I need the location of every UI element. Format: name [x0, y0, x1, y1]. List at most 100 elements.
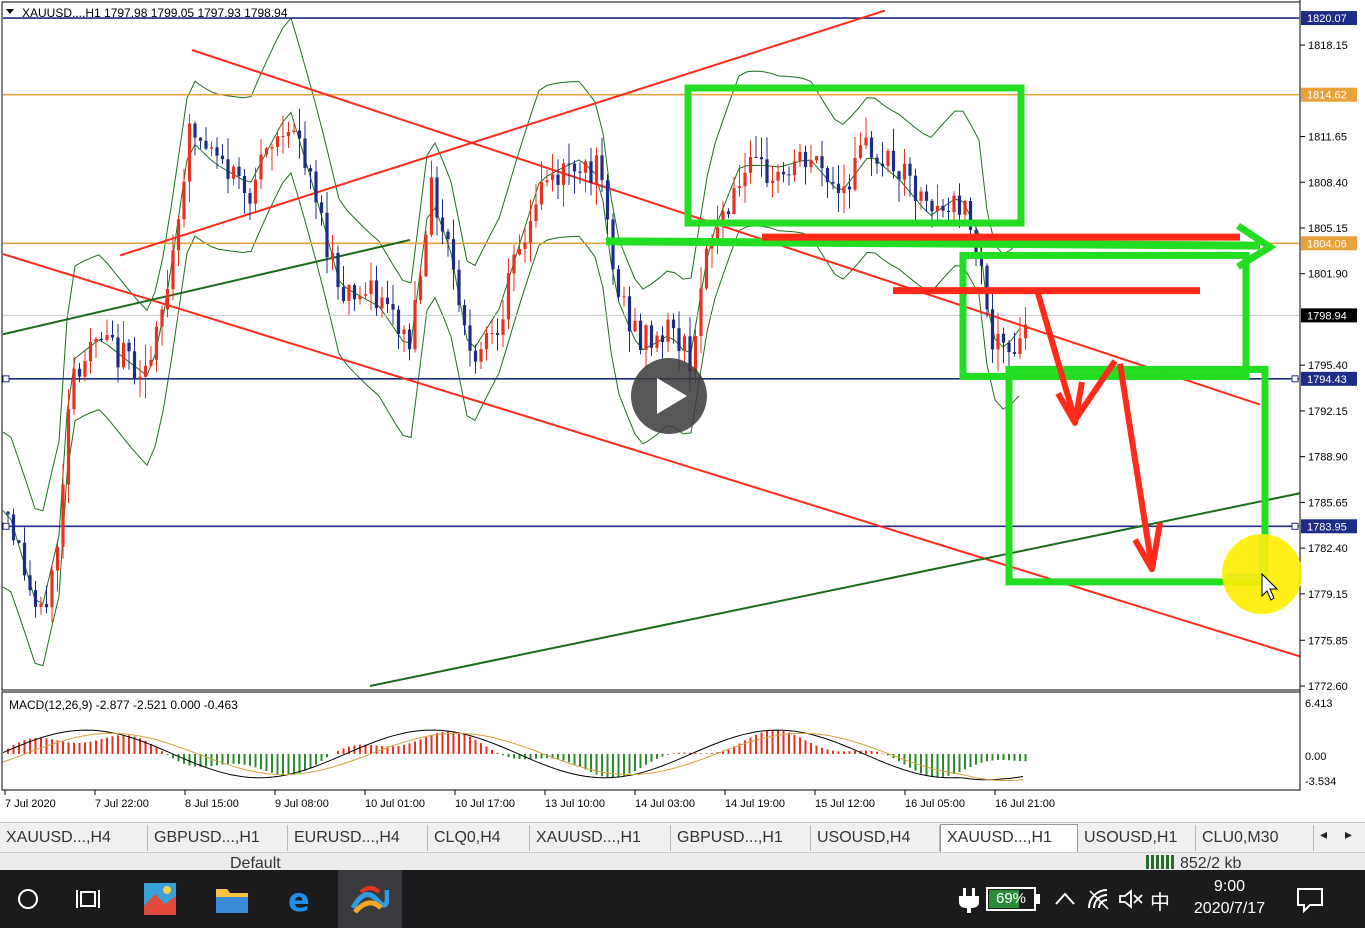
candle-body: [385, 297, 390, 305]
price-badge-label: 1794.43: [1307, 374, 1347, 386]
time-tick-label: 14 Jul 03:00: [635, 798, 695, 810]
candle-body: [666, 319, 670, 343]
candle-body: [66, 409, 71, 485]
tab-xauusd-h1-1[interactable]: XAUUSD...,H1: [530, 825, 671, 851]
task-view-button[interactable]: [60, 870, 116, 928]
candle-body: [501, 319, 505, 335]
candle-body: [413, 300, 417, 350]
candle-body: [649, 325, 654, 348]
video-play-button[interactable]: [631, 358, 707, 434]
tab-clq0-h4[interactable]: CLQ0,H4: [428, 825, 530, 851]
candle-body: [325, 212, 329, 258]
file-explorer-icon: [216, 889, 248, 913]
photos-app-button[interactable]: [132, 870, 188, 928]
candle-body: [820, 156, 824, 169]
candle-body: [677, 328, 681, 351]
network-icon[interactable]: [1086, 887, 1112, 911]
candle-body: [286, 132, 291, 137]
candle-body: [363, 294, 368, 296]
candle-body: [17, 540, 21, 543]
candle-body: [380, 297, 384, 309]
tab-next-icon[interactable]: ▸: [1345, 827, 1352, 843]
candle-body: [72, 368, 76, 410]
tab-prev-icon[interactable]: ◂: [1320, 827, 1327, 843]
candle-body: [451, 239, 456, 270]
candle-body: [127, 342, 131, 352]
show-hidden-icons-icon[interactable]: [1054, 890, 1076, 908]
tab-eurusd-h4[interactable]: EURUSD...,H4: [288, 825, 428, 851]
candle-body: [215, 147, 219, 156]
level-handle: [2, 375, 10, 383]
candle-body: [996, 333, 1000, 350]
candle-body: [176, 219, 181, 251]
tab-clu0-m30[interactable]: CLU0,M30: [1196, 825, 1314, 851]
candle-body: [512, 254, 516, 274]
candle-body: [946, 210, 951, 212]
edge-browser-button[interactable]: e: [274, 870, 330, 928]
candle-body: [446, 231, 450, 240]
candle-body: [699, 288, 703, 336]
candle-body: [468, 325, 472, 351]
candle-body: [754, 156, 758, 158]
tab-usousd-h4[interactable]: USOUSD,H4: [811, 825, 940, 851]
tab-gbpusd-h1-1[interactable]: GBPUSD...,H1: [148, 825, 288, 851]
cortana-button[interactable]: [0, 870, 56, 928]
candle-body: [330, 252, 335, 258]
price-tick-label: 1795.40: [1308, 360, 1348, 372]
file-explorer-button[interactable]: [204, 870, 260, 928]
macd-scale-zero: 0.00: [1305, 751, 1326, 763]
candle-body: [600, 155, 604, 181]
candle-body: [572, 163, 577, 172]
metatrader-button[interactable]: [338, 870, 402, 928]
chart-header: XAUUSD...,H1 1797.98 1799.05 1797.93 179…: [22, 6, 288, 20]
time-tick-label: 8 Jul 15:00: [185, 798, 239, 810]
price-tick-label: 1811.65: [1308, 132, 1347, 144]
tab-xauusd-h4-1[interactable]: XAUUSD...,H4: [0, 825, 148, 851]
macd-label: MACD(12,26,9) -2.877 -2.521 0.000 -0.463: [9, 698, 238, 712]
time-tick-label: 9 Jul 08:00: [275, 798, 329, 810]
green-resistance-line: [605, 237, 1261, 250]
candle-body: [831, 181, 835, 184]
candle-body: [479, 349, 483, 362]
candle-body: [336, 252, 340, 288]
candle-body: [704, 248, 709, 289]
photos-icon: [144, 883, 176, 915]
chart-area[interactable]: 1818.15 1811.65 1808.40 1805.15 1801.90 1795.…: [0, 0, 1365, 822]
candle-body: [941, 205, 945, 211]
candle-body: [281, 136, 285, 138]
candle-body: [660, 335, 665, 343]
tab-xauusd-h1-active[interactable]: XAUUSD...,H1: [940, 824, 1078, 852]
candle-body: [913, 175, 918, 201]
battery-indicator[interactable]: 69%: [986, 887, 1036, 911]
candle-body: [457, 269, 461, 306]
candle-body: [88, 341, 93, 362]
price-tick-label: 1801.90: [1308, 269, 1348, 281]
action-center-icon[interactable]: [1296, 887, 1324, 913]
candle-body: [594, 155, 599, 183]
input-method-indicator[interactable]: 中: [1150, 886, 1170, 915]
candle-body: [99, 338, 104, 340]
candle-body: [814, 156, 819, 161]
tab-usousd-h1[interactable]: USOUSD,H1: [1078, 825, 1196, 851]
candle-body: [523, 242, 527, 249]
candle-body: [231, 166, 236, 179]
price-badge-label: 1814.62: [1307, 90, 1347, 102]
system-clock[interactable]: 9:00 2020/7/17: [1182, 876, 1277, 920]
candle-body: [864, 137, 868, 146]
power-plug-icon[interactable]: [956, 886, 982, 914]
candle-body: [121, 342, 126, 368]
price-tick-label: 1805.15: [1308, 223, 1348, 235]
price-tick-label: 1772.60: [1308, 681, 1348, 693]
candle-body: [963, 201, 967, 215]
time-tick-label: 7 Jul 22:00: [95, 798, 149, 810]
candle-body: [853, 158, 857, 190]
task-view-icon: [76, 890, 100, 908]
candle-body: [275, 136, 280, 147]
tab-gbpusd-h1-2[interactable]: GBPUSD...,H1: [671, 825, 811, 851]
volume-muted-icon[interactable]: [1118, 888, 1144, 910]
candle-body: [149, 359, 153, 366]
candle-body: [429, 177, 434, 235]
candle-body: [220, 155, 225, 160]
candle-body: [561, 163, 566, 185]
candle-body: [583, 161, 588, 173]
